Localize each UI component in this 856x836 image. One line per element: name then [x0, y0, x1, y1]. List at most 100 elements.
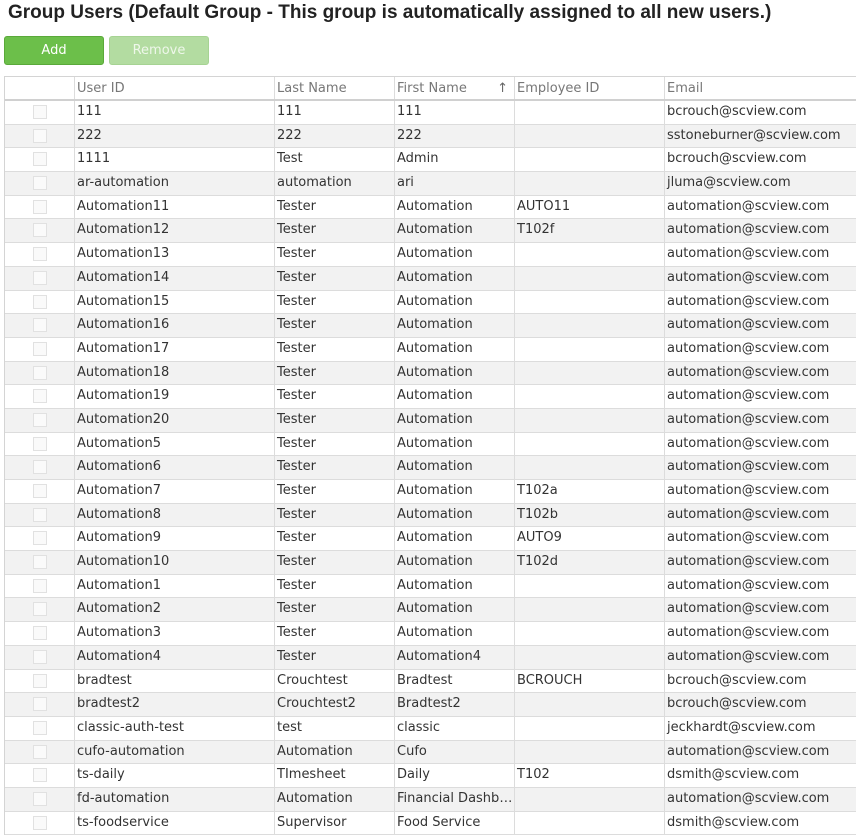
header-select[interactable]: [5, 77, 75, 99]
row-checkbox[interactable]: [33, 531, 47, 546]
user-id-cell: 1111: [75, 148, 275, 172]
table-row[interactable]: ts-foodservice Supervisor Food Service dsmi…: [5, 811, 856, 836]
sort-ascending-icon: ↑: [497, 81, 508, 96]
header-email[interactable]: Email: [665, 77, 856, 99]
select-cell: [5, 361, 75, 385]
user-id-cell: Automation20: [75, 408, 275, 432]
select-cell: [5, 574, 75, 598]
header-first-name[interactable]: First Name ↑: [395, 77, 515, 99]
first-name-cell: Automation: [395, 574, 515, 598]
first-name-cell: Daily: [395, 764, 515, 787]
row-checkbox[interactable]: [33, 507, 47, 522]
row-checkbox[interactable]: [33, 697, 47, 712]
employee-id-cell: [515, 337, 665, 361]
row-checkbox[interactable]: [33, 412, 47, 427]
row-checkbox[interactable]: [33, 602, 47, 617]
table-row[interactable]: Automation4 Tester Automation4 automation@s…: [5, 645, 856, 670]
row-checkbox[interactable]: [33, 436, 47, 451]
row-checkbox[interactable]: [33, 578, 47, 593]
table-row[interactable]: fd-automation Automation Financial Dashbo……: [5, 787, 856, 812]
table-row[interactable]: Automation10 Tester Automation T102d automat…: [5, 551, 856, 575]
row-checkbox[interactable]: [33, 341, 47, 356]
row-checkbox[interactable]: [33, 152, 47, 167]
table-row[interactable]: 1111 Test Admin bcrouch@scview.com: [5, 148, 856, 173]
first-name-cell: classic: [395, 716, 515, 740]
table-row[interactable]: Automation3 Tester Automation automation@sc…: [5, 622, 856, 646]
remove-button[interactable]: Remove: [109, 36, 209, 65]
header-last-name[interactable]: Last Name: [275, 77, 395, 99]
table-row[interactable]: 222 222 222 sstoneburner@scview.com: [5, 124, 856, 149]
row-checkbox[interactable]: [33, 365, 47, 380]
table-row[interactable]: Automation14 Tester Automation automation@s…: [5, 266, 856, 291]
table-row[interactable]: Automation16 Tester Automation automation@s…: [5, 314, 856, 338]
user-id-cell: Automation6: [75, 456, 275, 479]
row-checkbox[interactable]: [33, 247, 47, 262]
row-checkbox[interactable]: [33, 626, 47, 641]
first-name-cell: Automation: [395, 195, 515, 219]
header-employee-id[interactable]: Employee ID: [515, 77, 665, 99]
first-name-cell: Automation: [395, 243, 515, 266]
table-row[interactable]: bradtest Crouchtest Bradtest BCROUCH bcrouch…: [5, 669, 856, 694]
row-checkbox[interactable]: [33, 649, 47, 664]
row-checkbox[interactable]: [33, 484, 47, 498]
employee-id-cell: [515, 598, 665, 622]
select-cell: [5, 480, 75, 503]
row-checkbox[interactable]: [33, 744, 47, 759]
table-row[interactable]: Automation2 Tester Automation automation@sc…: [5, 598, 856, 623]
select-cell: [5, 527, 75, 551]
user-id-cell: ts-daily: [75, 764, 275, 787]
employee-id-cell: BCROUCH: [515, 669, 665, 693]
row-checkbox[interactable]: [33, 199, 47, 214]
table-row[interactable]: Automation12 Tester Automation T102f automat…: [5, 219, 856, 244]
row-checkbox[interactable]: [33, 223, 47, 238]
table-row[interactable]: Automation18 Tester Automation automation@s…: [5, 361, 856, 386]
select-cell: [5, 740, 75, 764]
row-checkbox[interactable]: [33, 791, 47, 806]
row-checkbox[interactable]: [33, 270, 47, 285]
row-checkbox[interactable]: [33, 318, 47, 333]
table-row[interactable]: ar-automation automation ari jluma@scview.c…: [5, 172, 856, 196]
user-id-cell: Automation7: [75, 480, 275, 503]
table-row[interactable]: cufo-automation Automation Cufo automation@…: [5, 740, 856, 765]
table-row[interactable]: Automation11 Tester Automation AUTO11 automa…: [5, 195, 856, 220]
row-checkbox[interactable]: [33, 555, 47, 570]
row-checkbox[interactable]: [33, 105, 47, 119]
row-checkbox[interactable]: [33, 720, 47, 735]
table-row[interactable]: 111 111 111 bcrouch@scview.com: [5, 101, 856, 125]
table-row[interactable]: Automation13 Tester Automation automation@s…: [5, 243, 856, 267]
table-row[interactable]: Automation20 Tester Automation automation@s…: [5, 408, 856, 433]
table-row[interactable]: Automation5 Tester Automation automation@sc…: [5, 432, 856, 457]
select-cell: [5, 645, 75, 669]
email-cell: bcrouch@scview.com: [667, 672, 807, 688]
first-name-cell: ari: [395, 172, 515, 195]
table-row[interactable]: Automation8 Tester Automation T102b automati…: [5, 503, 856, 528]
row-checkbox[interactable]: [33, 176, 47, 191]
row-checkbox[interactable]: [33, 815, 47, 830]
row-checkbox[interactable]: [33, 128, 47, 143]
table-row[interactable]: classic-auth-test test classic jeckhardt@sc…: [5, 716, 856, 741]
header-user-id[interactable]: User ID: [75, 77, 275, 99]
add-button[interactable]: Add: [4, 36, 104, 65]
row-checkbox[interactable]: [33, 768, 47, 783]
select-cell: [5, 764, 75, 787]
select-cell: [5, 456, 75, 479]
table-row[interactable]: Automation9 Tester Automation AUTO9 automati…: [5, 527, 856, 552]
row-checkbox[interactable]: [33, 389, 47, 404]
row-checkbox[interactable]: [33, 673, 47, 688]
last-name-cell: 222: [275, 124, 395, 148]
table-row[interactable]: Automation7 Tester Automation T102a automati…: [5, 480, 856, 504]
email-cell: sstoneburner@scview.com: [667, 127, 841, 143]
row-checkbox[interactable]: [33, 294, 47, 309]
table-row[interactable]: Automation1 Tester Automation automation@sc…: [5, 574, 856, 599]
table-row[interactable]: Automation19 Tester Automation automation@s…: [5, 385, 856, 409]
email-cell: bcrouch@scview.com: [667, 104, 807, 119]
table-row[interactable]: bradtest2 Crouchtest2 Bradtest2 bcrouch@scv…: [5, 693, 856, 717]
select-cell: [5, 551, 75, 574]
table-row[interactable]: Automation6 Tester Automation automation@sc…: [5, 456, 856, 480]
table-row[interactable]: Automation15 Tester Automation automation@s…: [5, 290, 856, 315]
table-row[interactable]: ts-daily TImesheet Daily T102 dsmith@scview.…: [5, 764, 856, 788]
email-cell: automation@scview.com: [667, 577, 830, 593]
table-row[interactable]: Automation17 Tester Automation automation@s…: [5, 337, 856, 362]
row-checkbox[interactable]: [33, 460, 47, 475]
employee-id-cell: [515, 716, 665, 740]
